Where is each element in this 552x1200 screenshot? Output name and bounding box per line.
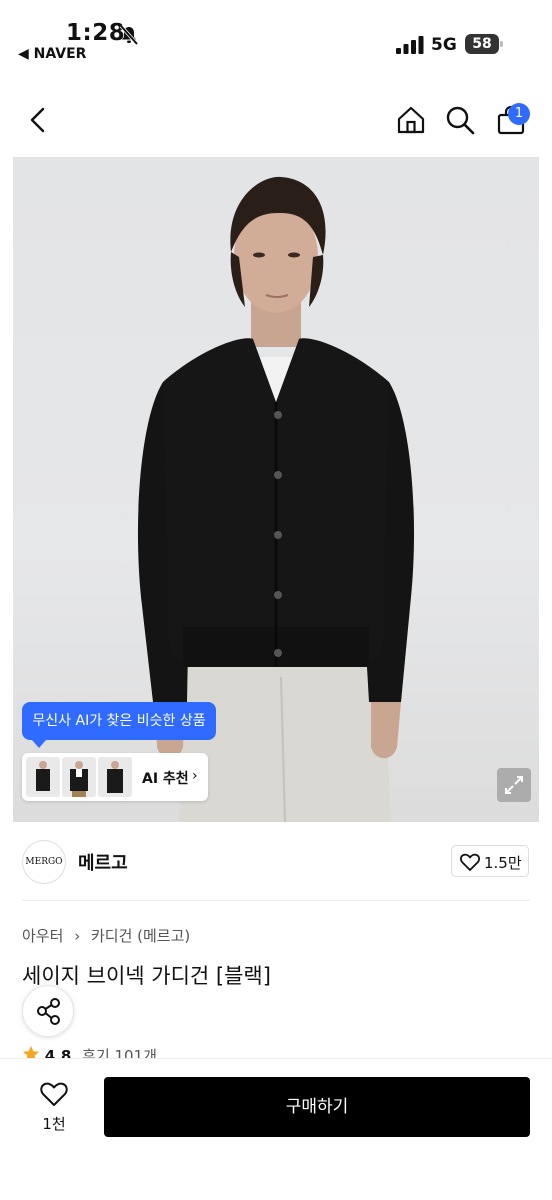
chevron-left-icon[interactable] bbox=[22, 104, 54, 136]
expand-icon bbox=[505, 776, 523, 794]
ai-bubble-tail bbox=[32, 740, 46, 748]
nav-bar bbox=[0, 88, 552, 152]
share-button[interactable] bbox=[22, 985, 74, 1037]
bottom-action-bar: 1천 구매하기 bbox=[0, 1058, 552, 1200]
heart-icon bbox=[460, 853, 480, 871]
ai-thumbnail-3[interactable] bbox=[98, 757, 132, 797]
status-bar: 1:28 ◀ NAVER 5G 58 bbox=[0, 0, 552, 80]
buy-button[interactable]: 구매하기 bbox=[104, 1077, 530, 1137]
wishlist-count: 1천 bbox=[42, 1115, 66, 1133]
network-type: 5G bbox=[431, 35, 457, 55]
home-icon[interactable] bbox=[395, 104, 427, 136]
ai-recommend-label[interactable]: AI 추천 bbox=[142, 768, 189, 788]
signal-icon bbox=[396, 36, 424, 54]
brand-logo[interactable]: MERGO bbox=[22, 840, 66, 884]
brand-name[interactable]: 메르고 bbox=[78, 849, 128, 875]
ai-recommend-bubble: 무신사 AI가 찾은 비슷한 상품 bbox=[22, 702, 216, 740]
brand-like-button[interactable]: 1.5만 bbox=[451, 845, 529, 877]
status-time: 1:28 bbox=[66, 20, 126, 46]
breadcrumb-separator: › bbox=[74, 927, 81, 945]
chevron-right-icon: › bbox=[192, 768, 198, 784]
ai-thumbnail-1[interactable] bbox=[26, 757, 60, 797]
breadcrumb-item-outer[interactable]: 아우터 bbox=[22, 925, 63, 946]
back-to-app-link[interactable]: ◀ NAVER bbox=[18, 46, 86, 62]
breadcrumb-item-cardigan[interactable]: 카디건 (메르고) bbox=[91, 925, 190, 946]
heart-icon bbox=[40, 1082, 68, 1106]
wishlist-button[interactable]: 1천 bbox=[24, 1077, 84, 1137]
ai-thumbnail-2[interactable] bbox=[62, 757, 96, 797]
battery-level: 58 bbox=[465, 34, 499, 54]
brand-like-count: 1.5만 bbox=[484, 854, 522, 872]
search-icon[interactable] bbox=[444, 104, 476, 136]
bell-muted-icon bbox=[119, 24, 139, 46]
breadcrumb: 아우터 › 카디건 (메르고) bbox=[22, 925, 190, 946]
cart-count-badge: 1 bbox=[508, 103, 530, 125]
expand-image-button[interactable] bbox=[497, 768, 531, 802]
divider bbox=[22, 900, 530, 901]
battery-icon: 58 bbox=[465, 34, 503, 54]
share-icon bbox=[37, 998, 60, 1025]
ai-recommend-card[interactable]: AI 추천 › bbox=[22, 753, 208, 801]
